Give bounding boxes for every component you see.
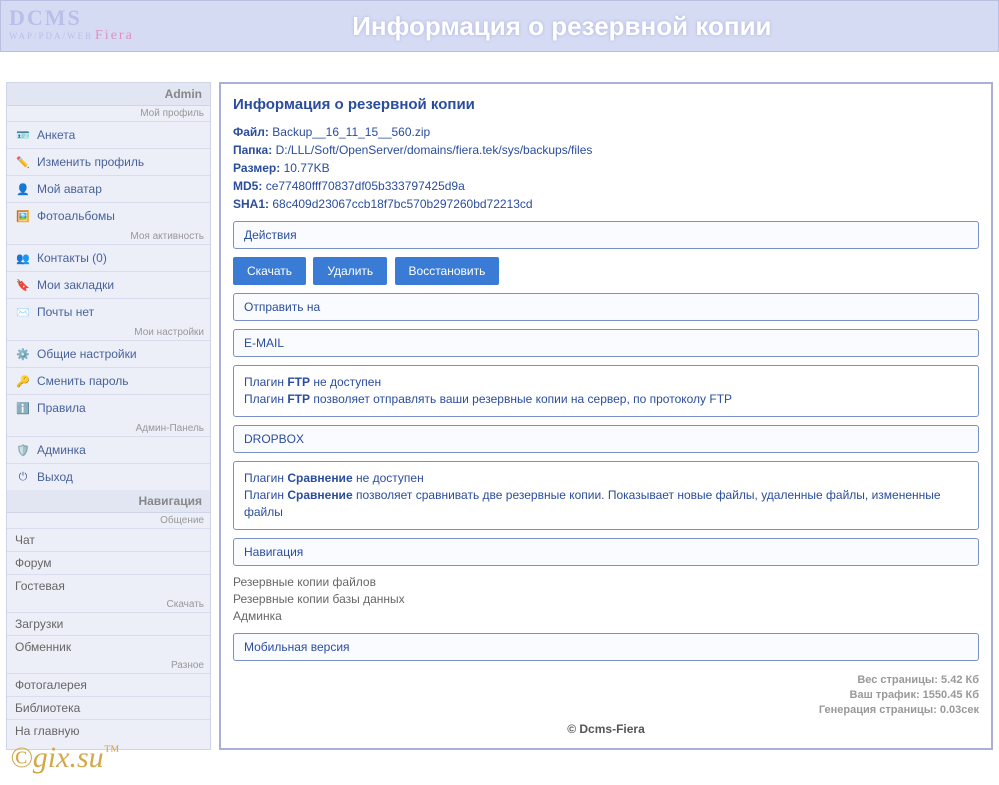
sidebar-item-label: Почты нет (37, 305, 94, 319)
sidebar-item[interactable]: 🪪 Анкета (7, 121, 210, 148)
sidebar-item[interactable]: Загрузки (7, 612, 210, 635)
compare-plugin-notice: Плагин Сравнение не доступен Плагин Срав… (233, 461, 979, 530)
sidebar-sub-download: Скачать (7, 597, 210, 612)
sidebar-item[interactable]: 🔑 Сменить пароль (7, 367, 210, 394)
ftp-plugin-notice: Плагин FTP не доступен Плагин FTP позвол… (233, 365, 979, 417)
nav-link[interactable]: Админка (233, 608, 979, 625)
info-file: Файл: Backup__16_11_15__560.zip (233, 123, 979, 141)
nav-link[interactable]: Резервные копии файлов (233, 574, 979, 591)
restore-button[interactable]: Восстановить (395, 257, 500, 285)
bookmark-icon: 🔖 (15, 277, 31, 293)
footer-stats: Вес страницы: 5.42 Кб Ваш трафик: 1550.4… (233, 673, 979, 718)
sidebar-item[interactable]: ✉️ Почты нет (7, 298, 210, 325)
info-icon: ℹ️ (15, 400, 31, 416)
photo-icon: 🖼️ (15, 208, 31, 224)
copyright: © Dcms-Fiera (233, 722, 979, 736)
dropbox-option[interactable]: DROPBOX (233, 425, 979, 453)
sidebar-item[interactable]: 🛡️ Админка (7, 436, 210, 463)
sidebar-item-label: Сменить пароль (37, 374, 129, 388)
sidebar-item[interactable]: Гостевая (7, 574, 210, 597)
sidebar-item-label: Мои закладки (37, 278, 114, 292)
sidebar-item-label: Выход (37, 470, 73, 484)
sidebar-header-admin: Admin (7, 83, 210, 106)
info-md5: MD5: ce77480fff70837df05b333797425d9a (233, 177, 979, 195)
sidebar-sub-adminpanel: Админ-Панель (7, 421, 210, 436)
send-to-header: Отправить на (233, 293, 979, 321)
sidebar-item[interactable]: ✏️ Изменить профиль (7, 148, 210, 175)
nav-link[interactable]: Резервные копии базы данных (233, 591, 979, 608)
sidebar-item[interactable]: На главную (7, 719, 210, 742)
nav-header: Навигация (233, 538, 979, 566)
power-icon: ⏻ (15, 469, 31, 485)
info-sha1: SHA1: 68c409d23067ccb18f7bc570b297260bd7… (233, 195, 979, 213)
download-button[interactable]: Скачать (233, 257, 306, 285)
sidebar-item[interactable]: Фотогалерея (7, 673, 210, 696)
sidebar-sub-misc: Разное (7, 658, 210, 673)
stat-weight: Вес страницы: 5.42 Кб (233, 673, 979, 688)
sidebar: Admin Мой профиль 🪪 Анкета ✏️ Изменить проф… (6, 82, 211, 750)
sidebar-item-label: Админка (37, 443, 86, 457)
info-folder: Папка: D:/LLL/Soft/OpenServer/domains/fi… (233, 141, 979, 159)
key-icon: 🔑 (15, 373, 31, 389)
contact-icon: 👥 (15, 250, 31, 266)
logo-text: DCMS (9, 8, 134, 28)
sidebar-item-label: Изменить профиль (37, 155, 144, 169)
sidebar-item-label: Анкета (37, 128, 75, 142)
logo-fiera: Fiera (95, 28, 134, 43)
sidebar-item[interactable]: ℹ️ Правила (7, 394, 210, 421)
sidebar-header-nav: Навигация (7, 490, 210, 513)
sidebar-item-label: Контакты (0) (37, 251, 107, 265)
info-size: Размер: 10.77KB (233, 159, 979, 177)
actions-header: Действия (233, 221, 979, 249)
sidebar-item[interactable]: ⚙️ Общие настройки (7, 340, 210, 367)
sidebar-item[interactable]: Чат (7, 528, 210, 551)
admin-icon: 🛡️ (15, 442, 31, 458)
avatar-icon: 👤 (15, 181, 31, 197)
logo: DCMS WAP/PDA/WEBFiera (9, 8, 134, 44)
card-icon: 🪪 (15, 127, 31, 143)
sidebar-item[interactable]: 👤 Мой аватар (7, 175, 210, 202)
sidebar-item-label: Фотоальбомы (37, 209, 115, 223)
sidebar-item-label: Правила (37, 401, 86, 415)
gear-icon: ⚙️ (15, 346, 31, 362)
stat-traffic: Ваш трафик: 1550.45 Кб (233, 688, 979, 703)
sidebar-item-label: Мой аватар (37, 182, 102, 196)
sidebar-sub-chat: Общение (7, 513, 210, 528)
sidebar-sub-settings: Мои настройки (7, 325, 210, 340)
sidebar-item-label: Общие настройки (37, 347, 137, 361)
email-option[interactable]: E-MAIL (233, 329, 979, 357)
delete-button[interactable]: Удалить (313, 257, 387, 285)
mobile-version-link[interactable]: Мобильная версия (233, 633, 979, 661)
edit-icon: ✏️ (15, 154, 31, 170)
sidebar-sub-activity: Моя активность (7, 229, 210, 244)
header: DCMS WAP/PDA/WEBFiera Информация о резер… (0, 0, 999, 52)
button-row: Скачать Удалить Восстановить (233, 257, 979, 285)
stat-gen: Генерация страницы: 0.03сек (233, 703, 979, 718)
mail-icon: ✉️ (15, 304, 31, 320)
page-title: Информация о резервной копии (134, 11, 990, 42)
content-title: Информация о резервной копии (233, 96, 979, 113)
main-content: Информация о резервной копии Файл: Backu… (219, 82, 993, 750)
sidebar-item[interactable]: Обменник (7, 635, 210, 658)
sidebar-item[interactable]: 🔖 Мои закладки (7, 271, 210, 298)
sidebar-item[interactable]: 👥 Контакты (0) (7, 244, 210, 271)
sidebar-item[interactable]: ⏻ Выход (7, 463, 210, 490)
sidebar-item[interactable]: 🖼️ Фотоальбомы (7, 202, 210, 229)
sidebar-sub-profile: Мой профиль (7, 106, 210, 121)
sidebar-item[interactable]: Форум (7, 551, 210, 574)
sidebar-item[interactable]: Библиотека (7, 696, 210, 719)
logo-sub: WAP/PDA/WEB (9, 31, 93, 41)
